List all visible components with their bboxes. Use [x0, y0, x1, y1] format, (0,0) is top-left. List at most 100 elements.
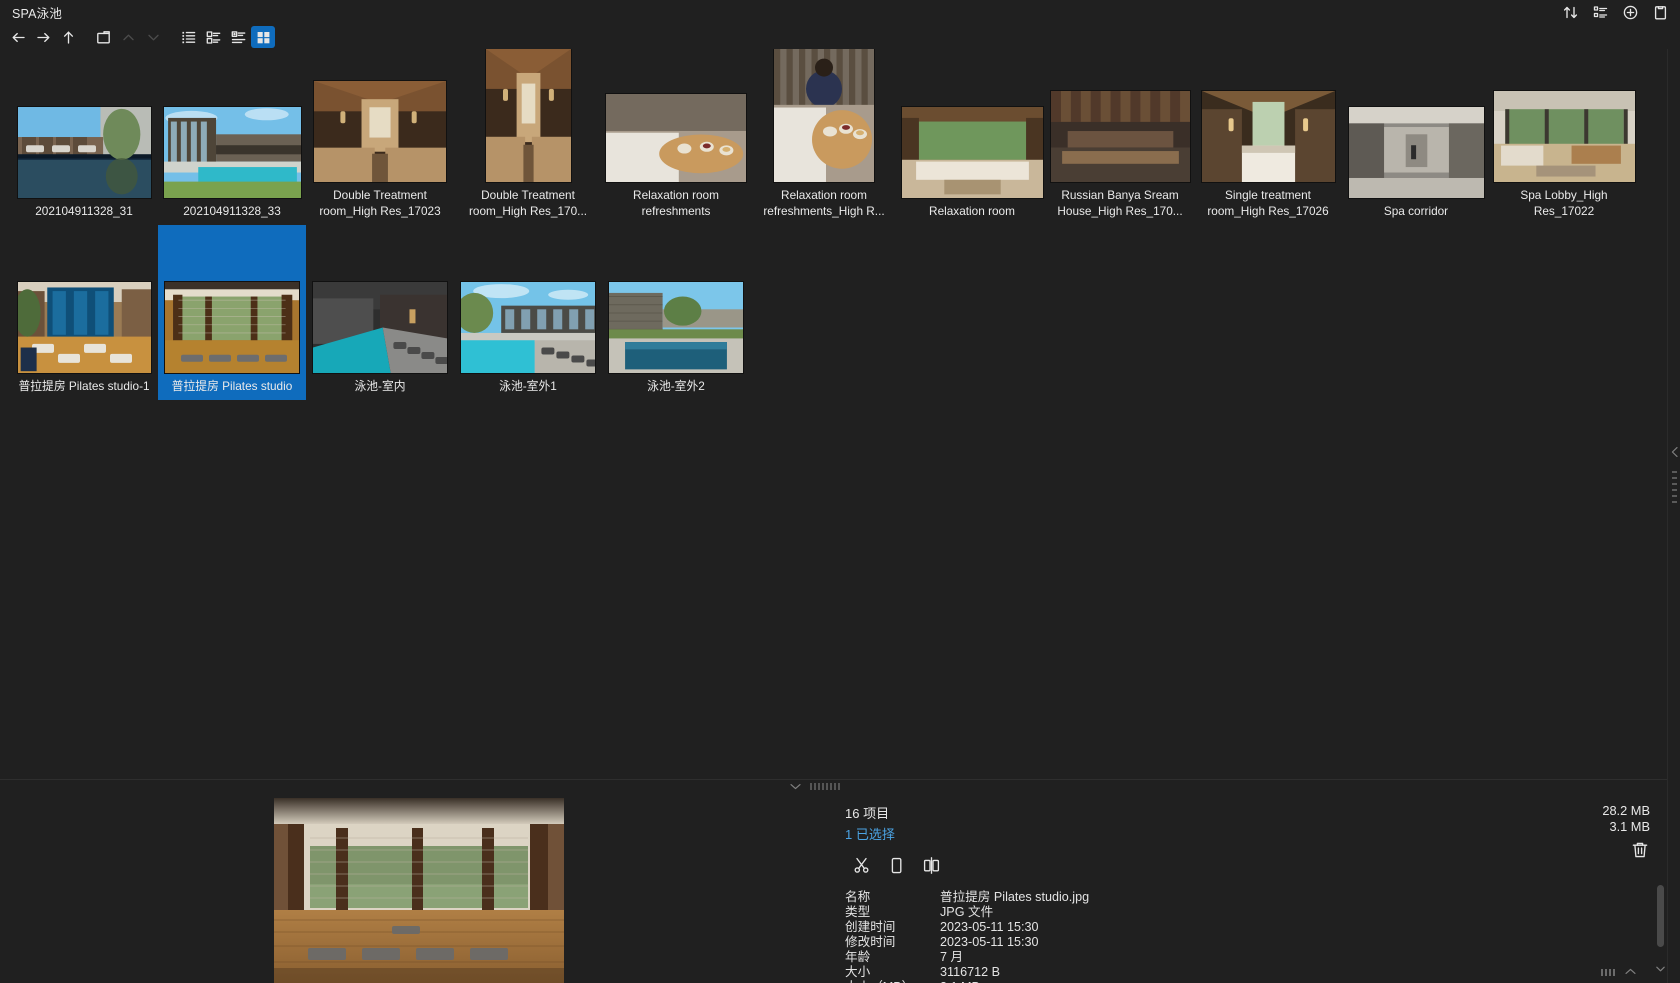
details-pane: 16 项目 1 已选择 名称 普拉提房 Pilates studio.jpg 类…	[0, 793, 1667, 983]
back-button[interactable]	[6, 26, 30, 48]
metadata-row: 年龄 7 月	[845, 950, 1089, 965]
metadata-key: 类型	[845, 905, 871, 919]
file-thumbnail	[457, 281, 599, 373]
file-item[interactable]: Russian Banya Sream House_High Res_170..…	[1046, 50, 1194, 225]
file-caption: 普拉提房 Pilates studio-1	[18, 378, 150, 393]
new-folder-icon[interactable]	[91, 26, 115, 48]
file-item[interactable]: Relaxation room	[898, 50, 1046, 225]
file-item[interactable]: Spa Lobby_High Res_17022	[1490, 50, 1638, 225]
forward-button[interactable]	[31, 26, 55, 48]
rail-grip-dots	[1672, 471, 1677, 503]
file-item[interactable]: Relaxation room refreshments_High R...	[750, 49, 898, 225]
item-count: 16 项目	[845, 806, 890, 821]
file-thumbnail	[605, 94, 747, 182]
file-thumbnail	[1049, 91, 1191, 182]
file-action-buttons	[847, 852, 946, 878]
selected-count[interactable]: 1 已选择	[845, 824, 946, 843]
size-summary: 28.2 MB 3.1 MB	[1602, 803, 1650, 835]
group-list-icon[interactable]	[1586, 1, 1614, 25]
up-button[interactable]	[56, 26, 80, 48]
selected-size: 3.1 MB	[1609, 819, 1650, 834]
metadata-key: 年龄	[845, 950, 871, 964]
file-thumbnail	[13, 281, 155, 373]
chevron-up-icon[interactable]	[116, 26, 140, 48]
file-caption: 普拉提房 Pilates studio	[171, 378, 293, 393]
metadata-row: 名称 普拉提房 Pilates studio.jpg	[845, 890, 1089, 905]
file-thumbnail	[161, 106, 303, 198]
file-item[interactable]: 202104911328_33	[158, 50, 306, 225]
navigation-toolbar	[0, 25, 1680, 49]
metadata-key: 创建时间	[845, 920, 896, 934]
metadata-value: 2023-05-11 15:30	[940, 920, 1039, 934]
file-item[interactable]: 普拉提房 Pilates studio-1	[10, 225, 158, 400]
scrollbar-thumb[interactable]	[1657, 885, 1664, 947]
metadata-key: 大小	[845, 965, 871, 979]
file-caption: Russian Banya Sream House_High Res_170..…	[1057, 188, 1183, 218]
metadata-key: 修改时间	[845, 935, 896, 949]
file-row-2: 普拉提房 Pilates studio-1 普拉提房 Pilates studi…	[10, 225, 1667, 400]
total-size: 28.2 MB	[1602, 803, 1650, 818]
file-caption: Relaxation room	[929, 203, 1015, 218]
chevron-down-icon[interactable]	[141, 26, 165, 48]
chevron-left-icon	[1670, 445, 1679, 463]
file-thumbnail	[309, 281, 451, 373]
pane-resize-grabber[interactable]	[0, 780, 1667, 793]
file-caption: 泳池-室内	[354, 378, 406, 393]
file-thumbnail	[1197, 91, 1339, 182]
file-item[interactable]: 泳池-室外2	[602, 225, 750, 400]
view-details-icon[interactable]	[176, 26, 200, 48]
file-item[interactable]: 202104911328_31	[10, 50, 158, 225]
metadata-row: 类型 JPG 文件	[845, 905, 1089, 920]
file-thumbnail	[1493, 91, 1635, 182]
metadata-row: 大小 3116712 B	[845, 965, 1089, 980]
file-metadata-table: 名称 普拉提房 Pilates studio.jpg 类型 JPG 文件创建时间 202…	[845, 890, 1089, 983]
file-item[interactable]: Single treatment room_High Res_17026	[1194, 50, 1342, 225]
file-item[interactable]: Relaxation room refreshments	[602, 50, 750, 225]
preview-image[interactable]	[274, 798, 564, 983]
mini-status-bar	[1601, 963, 1637, 981]
metadata-value: 3116712 B	[940, 965, 1000, 979]
clipboard-icon[interactable]	[1646, 1, 1674, 25]
metadata-value: JPG 文件	[940, 905, 994, 919]
scroll-down-icon[interactable]	[1655, 961, 1666, 979]
cut-icon[interactable]	[847, 852, 876, 878]
file-item-selected[interactable]: 普拉提房 Pilates studio	[158, 225, 306, 400]
file-grid: 202104911328_31 202104911328_33 Double T…	[0, 49, 1667, 400]
compare-icon[interactable]	[917, 852, 946, 878]
add-circle-icon[interactable]	[1616, 1, 1644, 25]
file-thumbnail	[13, 106, 155, 198]
file-item[interactable]: Double Treatment room_High Res_170...	[454, 49, 602, 225]
metadata-row: 创建时间 2023-05-11 15:30	[845, 920, 1089, 935]
file-item[interactable]: Double Treatment room_High Res_17023	[306, 50, 454, 225]
file-grid-area[interactable]: 202104911328_31 202104911328_33 Double T…	[0, 49, 1667, 780]
file-item[interactable]: 泳池-室外1	[454, 225, 602, 400]
grabber-dots	[810, 783, 840, 790]
view-tiles-icon[interactable]	[201, 26, 225, 48]
title-bar-actions	[1556, 0, 1674, 25]
delete-icon[interactable]	[1625, 836, 1655, 864]
copy-icon[interactable]	[882, 852, 911, 878]
progress-stripes-icon	[1601, 968, 1615, 976]
file-caption: Spa corridor	[1383, 203, 1449, 218]
file-item[interactable]: Spa corridor	[1342, 50, 1490, 225]
file-caption: 202104911328_31	[35, 203, 133, 218]
view-grid-icon[interactable]	[251, 26, 275, 48]
right-panel-rail[interactable]	[1667, 49, 1680, 983]
title-bar: SPA泳池	[0, 0, 1680, 25]
file-item[interactable]: 泳池-室内	[306, 225, 454, 400]
sort-icon[interactable]	[1556, 1, 1584, 25]
file-thumbnail	[309, 81, 451, 182]
file-thumbnail	[161, 281, 303, 373]
view-content-icon[interactable]	[226, 26, 250, 48]
metadata-value: 2023-05-11 15:30	[940, 935, 1039, 949]
selection-summary: 16 项目 1 已选择	[845, 803, 946, 878]
file-caption: Double Treatment room_High Res_170...	[468, 188, 588, 218]
file-thumbnail	[605, 281, 747, 373]
metadata-key: 名称	[845, 890, 871, 904]
file-caption: Single treatment room_High Res_17026	[1207, 188, 1329, 218]
chevron-up-small-icon[interactable]	[1624, 963, 1637, 981]
metadata-row: 修改时间 2023-05-11 15:30	[845, 935, 1089, 950]
expand-right-panel-handle[interactable]	[1669, 441, 1680, 561]
file-row-1: 202104911328_31 202104911328_33 Double T…	[10, 49, 1667, 225]
details-scrollbar[interactable]	[1654, 883, 1667, 983]
